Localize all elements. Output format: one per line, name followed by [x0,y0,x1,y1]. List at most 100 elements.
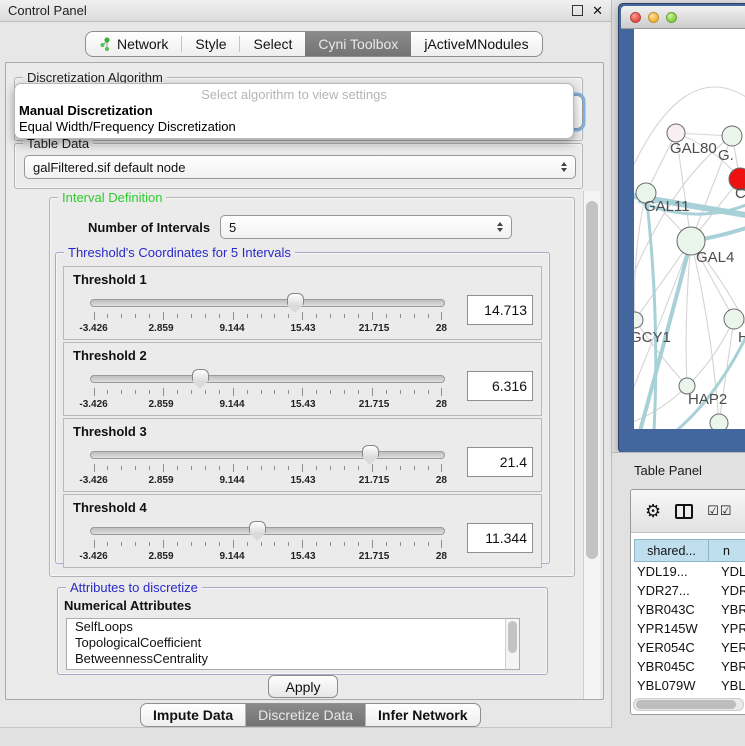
table-row[interactable]: YBL079WYBL0 [634,676,745,695]
stepper-arrows-icon [561,162,567,172]
list-item[interactable]: SelfLoops [67,619,519,635]
table-rows: YDL19...YDL1 YDR27...YDR2 YBR043CYBR0 YP… [634,562,745,698]
table-header: shared... n [634,539,745,562]
threshold-3-value-field[interactable]: 21.4 [467,447,533,477]
table-row[interactable]: YBR045CYBR0 [634,657,745,676]
minimize-traffic-light-icon[interactable] [648,12,659,23]
slider-thumb[interactable] [249,521,266,533]
tab-style[interactable]: Style [182,32,239,56]
algorithm-option-equal-width[interactable]: Equal Width/Frequency Discretization [15,119,573,135]
tick-label: 21.715 [359,399,390,410]
slider-ticks [90,312,445,321]
table-data-value: galFiltered.sif default node [33,160,561,175]
tick-label: 15.43 [290,475,315,486]
numerical-attributes-label: Numerical Attributes [64,598,191,613]
slider-ticks [90,540,445,549]
tab-discretize-data[interactable]: Discretize Data [246,704,365,726]
table-horizontal-scrollbar-thumb[interactable] [636,700,736,709]
node-label: GAL80 [670,140,717,157]
node-gcy1 [634,312,643,328]
control-panel-titlebar: Control Panel ✕ [0,0,611,22]
numerical-attributes-list[interactable]: SelfLoops TopologicalCoefficient Between… [66,618,520,670]
attributes-scrollbar-thumb[interactable] [508,621,517,653]
tick-label: 28 [436,399,447,410]
threshold-4-value-field[interactable]: 11.344 [467,523,533,553]
algorithm-dropdown-popup: Select algorithm to view settings Manual… [14,83,574,139]
node-label: G. [718,147,734,164]
tick-label: 21.715 [359,323,390,334]
tick-label: 9.144 [219,323,244,334]
algorithm-option-manual[interactable]: Manual Discretization [15,103,573,119]
table-data-combobox[interactable]: galFiltered.sif default node [24,155,576,179]
cyni-toolbox-panel: Discretization Algorithm Select algorith… [5,62,604,700]
column-header-name[interactable]: n [709,539,745,562]
tick-label: -3.426 [79,399,107,410]
threshold-1-slider[interactable]: -3.426 2.859 9.144 15.43 21.715 28 [90,295,445,335]
slider-thumb[interactable] [192,369,209,381]
bottom-tabs: Impute Data Discretize Data Infer Networ… [140,703,481,727]
close-icon[interactable]: ✕ [592,4,603,17]
network-window-titlebar [621,6,745,29]
slider-track[interactable] [90,375,445,383]
float-window-icon[interactable] [572,5,583,16]
tab-network[interactable]: Network [86,32,181,56]
node-label: GAL4 [696,249,734,266]
table-row[interactable]: YER054CYER0 [634,638,745,657]
attributes-scrollbar[interactable] [505,619,519,669]
threshold-3-slider[interactable]: -3.426 2.859 9.144 15.43 21.715 28 [90,447,445,487]
settings-scrollbar[interactable] [583,191,600,699]
threshold-2-label: Threshold 2 [64,343,541,365]
threshold-2-value-field[interactable]: 6.316 [467,371,533,401]
list-item[interactable]: BetweennessCentrality [67,651,519,667]
threshold-1-value-field[interactable]: 14.713 [467,295,533,325]
settings-scrollbar-thumb[interactable] [586,201,598,559]
interval-definition-group: Interval Definition Number of Intervals … [49,197,575,577]
table-row[interactable]: YDL19...YDL1 [634,562,745,581]
network-view-window: GAL80 G. GAL11 GAL4 C GCY1 H HAP2 [618,3,745,453]
tab-jactivemnodules[interactable]: jActiveMNodules [411,32,541,56]
tick-label: 9.144 [219,551,244,562]
tab-cyni-toolbox[interactable]: Cyni Toolbox [305,32,411,56]
tick-label: 28 [436,323,447,334]
tick-label: 9.144 [219,399,244,410]
slider-track[interactable] [90,527,445,535]
thresholds-group: Threshold's Coordinates for 5 Intervals … [55,252,550,564]
table-horizontal-scrollbar[interactable] [633,698,744,711]
split-columns-icon[interactable] [675,504,693,519]
zoom-traffic-light-icon[interactable] [666,12,677,23]
control-panel-window: Control Panel ✕ Network Style Select Cyn… [0,0,612,728]
slider-ticks [90,464,445,473]
tick-label: 28 [436,551,447,562]
number-of-intervals-combobox[interactable]: 5 [220,215,512,239]
list-item[interactable]: TopologicalCoefficient [67,635,519,651]
tick-label: -3.426 [79,323,107,334]
node-label: GAL11 [644,198,690,215]
node-h [724,309,744,329]
apply-button[interactable]: Apply [268,675,338,698]
network-canvas[interactable]: GAL80 G. GAL11 GAL4 C GCY1 H HAP2 [634,29,745,429]
table-row[interactable]: YDR27...YDR2 [634,581,745,600]
node-label: HAP2 [688,391,727,408]
tab-select[interactable]: Select [240,32,305,56]
column-header-shared-name[interactable]: shared... [634,539,709,562]
tab-impute-data[interactable]: Impute Data [141,704,245,726]
slider-thumb[interactable] [287,293,304,305]
node-partial-bottom [710,414,728,429]
slider-thumb[interactable] [362,445,379,457]
slider-track[interactable] [90,299,445,307]
threshold-2-slider[interactable]: -3.426 2.859 9.144 15.43 21.715 28 [90,371,445,411]
tick-label: 2.859 [148,475,173,486]
close-traffic-light-icon[interactable] [630,12,641,23]
table-panel-region: Table Panel ⚙ ☑☑ shared... n YDL19...YDL… [612,452,745,746]
slider-track[interactable] [90,451,445,459]
checkboxes-icon[interactable]: ☑☑ [707,503,732,519]
threshold-4-slider[interactable]: -3.426 2.859 9.144 15.43 21.715 28 [90,523,445,563]
table-row[interactable]: YPR145WYPR1 [634,619,745,638]
node-label: GCY1 [634,329,671,346]
slider-ticks [90,388,445,397]
tick-label: 9.144 [219,475,244,486]
table-row[interactable]: YBR043CYBR0 [634,600,745,619]
tick-label: 15.43 [290,551,315,562]
tab-infer-network[interactable]: Infer Network [366,704,479,726]
gear-icon[interactable]: ⚙ [645,502,661,520]
